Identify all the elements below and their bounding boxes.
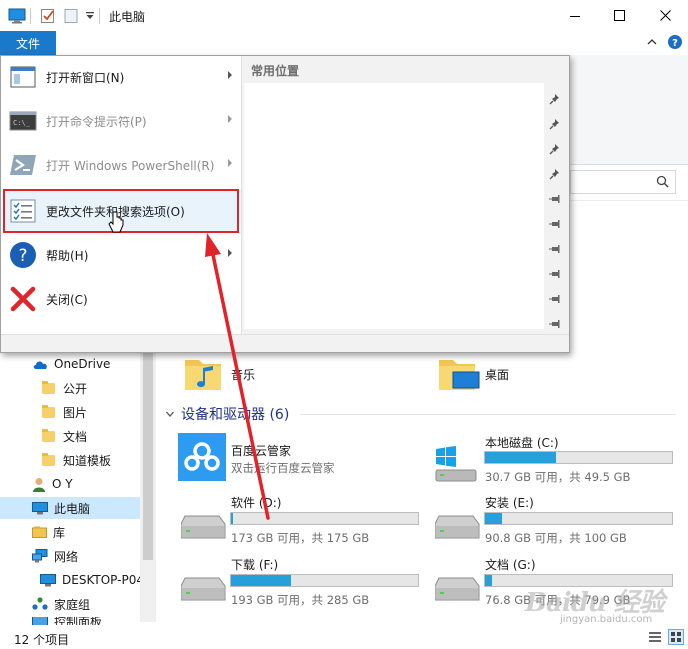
annotation-arrow: [205, 233, 270, 520]
